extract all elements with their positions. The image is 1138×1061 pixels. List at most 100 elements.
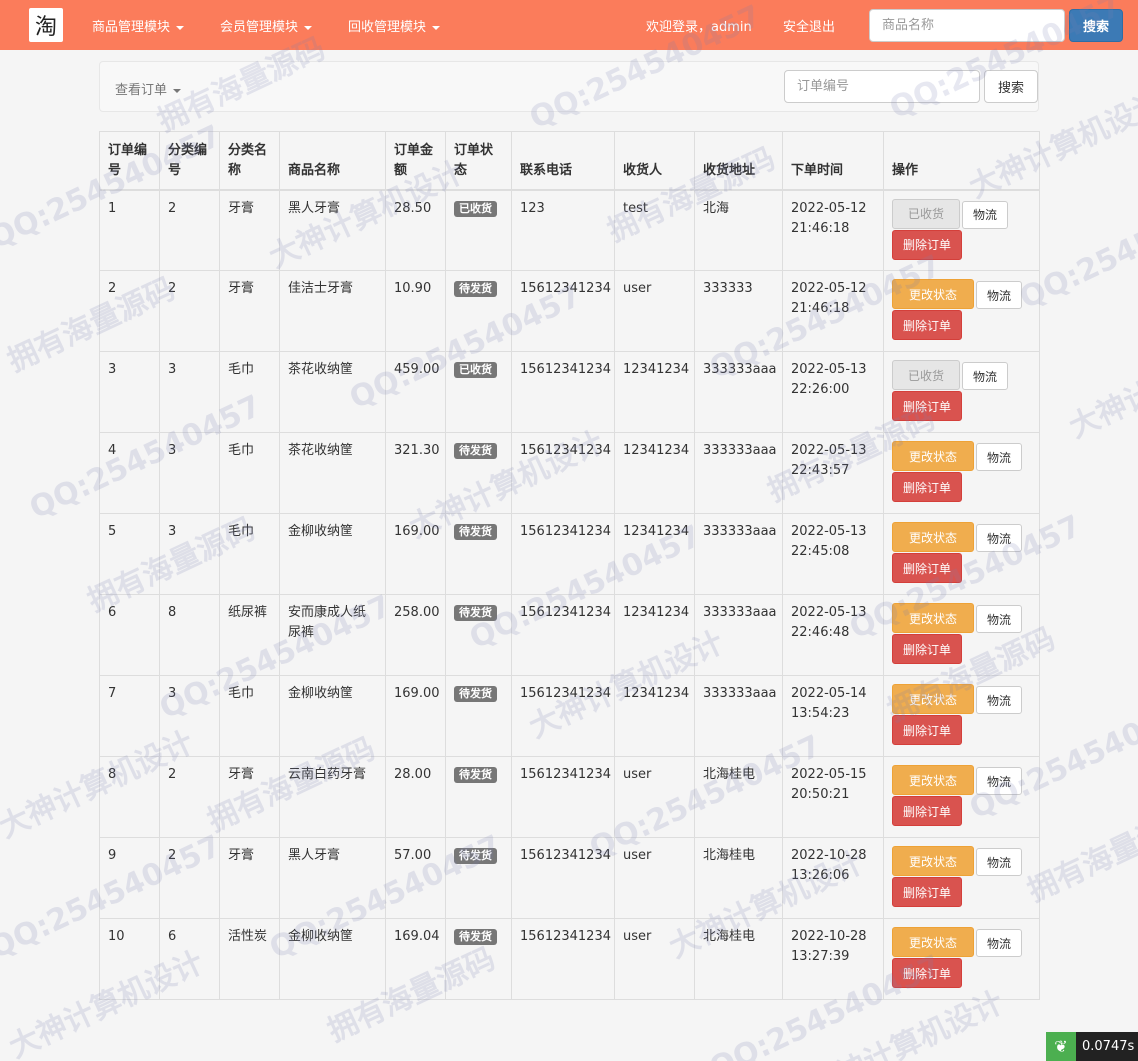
cell-product: 金柳收纳筐: [279, 675, 386, 757]
delete-order-button[interactable]: 删除订单: [892, 796, 962, 826]
nav-product-management[interactable]: 商品管理模块: [92, 16, 185, 35]
nav-label: 会员管理模块: [220, 20, 299, 35]
delete-order-button[interactable]: 删除订单: [892, 634, 962, 664]
table-row: 3 3 毛巾 茶花收纳筐 459.00 已收货 15612341234 12341234 333…: [99, 351, 1040, 433]
cell-id: 10: [99, 918, 160, 1000]
order-search-button[interactable]: 搜索: [984, 70, 1038, 103]
order-number-input[interactable]: [784, 70, 980, 103]
cell-order-time: 2022-05-13 22:45:08: [782, 513, 884, 595]
cell-cat-name: 毛巾: [219, 432, 280, 514]
order-date: 2022-05-13: [791, 605, 867, 620]
cell-phone: 15612341234: [511, 351, 615, 433]
change-status-button[interactable]: 更改状态: [892, 441, 974, 471]
order-time: 22:26:00: [791, 382, 850, 397]
order-date: 2022-10-28: [791, 929, 867, 944]
delete-order-button[interactable]: 删除订单: [892, 229, 962, 260]
cell-actions: 已收货 物流 删除订单: [883, 351, 1040, 433]
cell-receiver: user: [614, 270, 695, 352]
logo[interactable]: 淘: [29, 8, 63, 42]
caret-down-icon: [304, 25, 313, 30]
order-date: 2022-10-28: [791, 848, 867, 863]
change-status-button[interactable]: 更改状态: [892, 846, 974, 876]
change-status-button[interactable]: 更改状态: [892, 522, 974, 552]
received-button[interactable]: 已收货: [892, 360, 960, 390]
delete-order-button[interactable]: 删除订单: [892, 715, 962, 745]
order-time: 13:26:06: [791, 868, 850, 883]
cell-status: 待发货: [445, 918, 512, 1000]
logistics-button[interactable]: 物流: [976, 605, 1022, 633]
cell-actions: 更改状态 物流 删除订单: [883, 675, 1040, 757]
cell-receiver: 12341234: [614, 675, 695, 757]
cell-cat-id: 3: [159, 351, 220, 433]
cell-cat-name: 毛巾: [219, 675, 280, 757]
view-orders-dropdown[interactable]: 查看订单: [115, 79, 182, 98]
table-row: 8 2 牙膏 云南白药牙膏 28.00 待发货 15612341234 user 北海桂电 202…: [99, 756, 1040, 838]
logistics-button[interactable]: 物流: [976, 443, 1022, 471]
caret-down-icon: [173, 88, 182, 93]
cell-order-time: 2022-05-13 22:46:48: [782, 594, 884, 676]
cell-receiver: user: [614, 756, 695, 838]
caret-down-icon: [176, 25, 185, 30]
logistics-button[interactable]: 物流: [976, 929, 1022, 957]
order-time: 13:54:23: [791, 706, 850, 721]
delete-order-button[interactable]: 删除订单: [892, 391, 962, 421]
cell-receiver: 12341234: [614, 351, 695, 433]
change-status-button[interactable]: 更改状态: [892, 684, 974, 714]
product-search-input[interactable]: [869, 9, 1065, 42]
cell-id: 6: [99, 594, 160, 676]
delete-order-button[interactable]: 删除订单: [892, 958, 962, 988]
product-search-button[interactable]: 搜索: [1069, 9, 1123, 42]
table-row: 4 3 毛巾 茶花收纳筐 321.30 待发货 15612341234 12341234 333…: [99, 432, 1040, 514]
cell-cat-name: 牙膏: [219, 189, 280, 271]
order-time: 20:50:21: [791, 787, 850, 802]
logistics-button[interactable]: 物流: [976, 848, 1022, 876]
cell-id: 2: [99, 270, 160, 352]
logout-link[interactable]: 安全退出: [783, 16, 835, 35]
logistics-button[interactable]: 物流: [976, 686, 1022, 714]
cell-address: 333333aaa: [694, 594, 783, 676]
delete-order-button[interactable]: 删除订单: [892, 472, 962, 502]
change-status-button[interactable]: 更改状态: [892, 765, 974, 795]
logistics-button[interactable]: 物流: [976, 281, 1022, 309]
logistics-button[interactable]: 物流: [976, 524, 1022, 552]
nav-recycle-management[interactable]: 回收管理模块: [348, 16, 441, 35]
cell-actions: 更改状态 物流 删除订单: [883, 270, 1040, 352]
top-navbar: 淘 商品管理模块 会员管理模块 回收管理模块 欢迎登录，admin 安全退出 搜…: [0, 0, 1138, 50]
cell-product: 黑人牙膏: [279, 837, 386, 919]
received-button[interactable]: 已收货: [892, 198, 960, 229]
change-status-button[interactable]: 更改状态: [892, 279, 974, 309]
status-badge: 待发货: [454, 929, 497, 945]
cell-amount: 28.00: [385, 756, 446, 838]
delete-order-button[interactable]: 删除订单: [892, 877, 962, 907]
order-time: 22:45:08: [791, 544, 850, 559]
column-header: 订单编号: [99, 131, 160, 191]
change-status-button[interactable]: 更改状态: [892, 927, 974, 957]
cell-phone: 15612341234: [511, 837, 615, 919]
order-date: 2022-05-13: [791, 362, 867, 377]
cell-address: 333333aaa: [694, 432, 783, 514]
status-badge: 已收货: [454, 200, 497, 217]
logistics-button[interactable]: 物流: [962, 362, 1008, 390]
order-time: 22:46:48: [791, 625, 850, 640]
cell-phone: 15612341234: [511, 432, 615, 514]
timer-text: 0.0747s: [1082, 1039, 1135, 1054]
table-row: 6 8 纸尿裤 安而康成人纸尿裤 258.00 待发货 15612341234 1234123…: [99, 594, 1040, 676]
orders-table: 订单编号 分类编号 分类名称 商品名称 订单金额 订单状态 联系电话 收货人 收货地址 下单时间操…: [99, 131, 1040, 1000]
cell-order-time: 2022-10-28 13:26:06: [782, 837, 884, 919]
cell-status: 已收货: [445, 351, 512, 433]
delete-order-button[interactable]: 删除订单: [892, 310, 962, 340]
cell-cat-id: 3: [159, 432, 220, 514]
delete-order-button[interactable]: 删除订单: [892, 553, 962, 583]
cell-amount: 169.04: [385, 918, 446, 1000]
cell-cat-name: 活性炭: [219, 918, 280, 1000]
logistics-button[interactable]: 物流: [962, 200, 1008, 229]
cell-actions: 更改状态 物流 删除订单: [883, 918, 1040, 1000]
logistics-button[interactable]: 物流: [976, 767, 1022, 795]
nav-member-management[interactable]: 会员管理模块: [220, 16, 313, 35]
cell-amount: 10.90: [385, 270, 446, 352]
cell-receiver: user: [614, 918, 695, 1000]
cell-address: 333333aaa: [694, 513, 783, 595]
cell-order-time: 2022-05-15 20:50:21: [782, 756, 884, 838]
cell-address: 北海桂电: [694, 756, 783, 838]
change-status-button[interactable]: 更改状态: [892, 603, 974, 633]
